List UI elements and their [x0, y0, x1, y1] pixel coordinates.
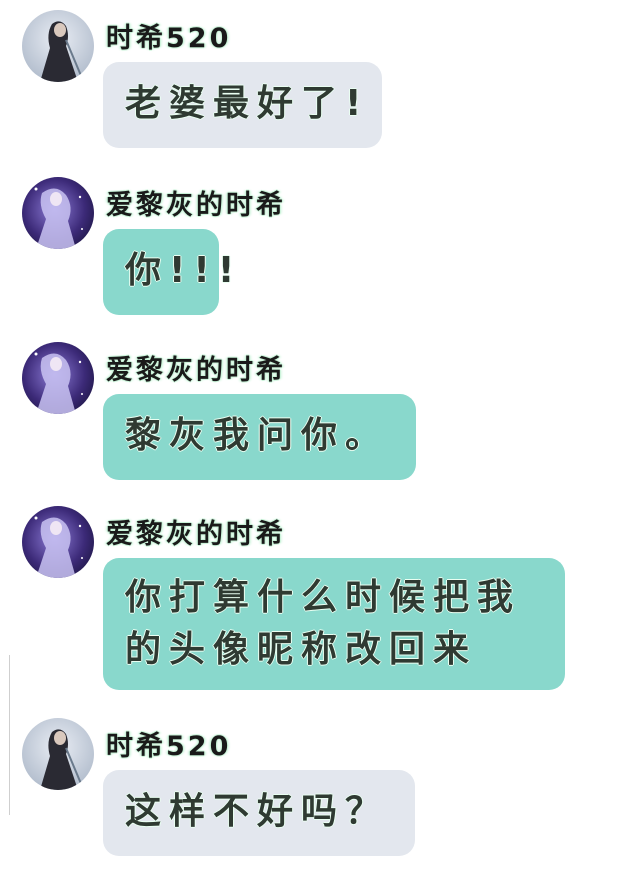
avatar[interactable] — [22, 718, 94, 790]
avatar-dark-cape-icon — [22, 718, 94, 790]
avatar[interactable] — [22, 177, 94, 249]
message-text: 老婆最好了! — [125, 83, 370, 124]
message-bubble[interactable]: 你!!! — [103, 229, 234, 315]
sender-name: 时希520 — [106, 731, 232, 762]
avatar[interactable] — [22, 506, 94, 578]
left-edge-divider — [0, 655, 10, 815]
avatar[interactable] — [22, 10, 94, 82]
avatar-purple-figure-icon — [22, 177, 94, 249]
sender-name: 时希520 — [106, 23, 232, 54]
message-bubble[interactable]: 老婆最好了! — [103, 62, 382, 148]
message-bubble[interactable]: 你打算什么时候把我 的头像昵称改回来 — [103, 558, 565, 690]
chat-window: 时希520 老婆最好了! 爱黎灰的时希 你!!! 爱黎灰的时希 黎灰我问你。 爱… — [0, 0, 640, 871]
sender-name: 爱黎灰的时希 — [106, 355, 286, 386]
message-text-line: 你打算什么时候把我 — [125, 577, 522, 618]
avatar-purple-figure-icon — [22, 342, 94, 414]
sender-name: 爱黎灰的时希 — [106, 519, 286, 550]
avatar-purple-figure-icon — [22, 506, 94, 578]
message-text: 黎灰我问你。 — [125, 415, 390, 456]
message-bubble[interactable]: 这样不好吗？ — [103, 770, 415, 856]
message-text: 你!!! — [125, 250, 243, 291]
message-text: 这样不好吗？ — [125, 791, 390, 832]
message-bubble[interactable]: 黎灰我问你。 — [103, 394, 416, 480]
sender-name: 爱黎灰的时希 — [106, 190, 286, 221]
message-text-line: 的头像昵称改回来 — [125, 629, 478, 670]
avatar-dark-cape-icon — [22, 10, 94, 82]
avatar[interactable] — [22, 342, 94, 414]
